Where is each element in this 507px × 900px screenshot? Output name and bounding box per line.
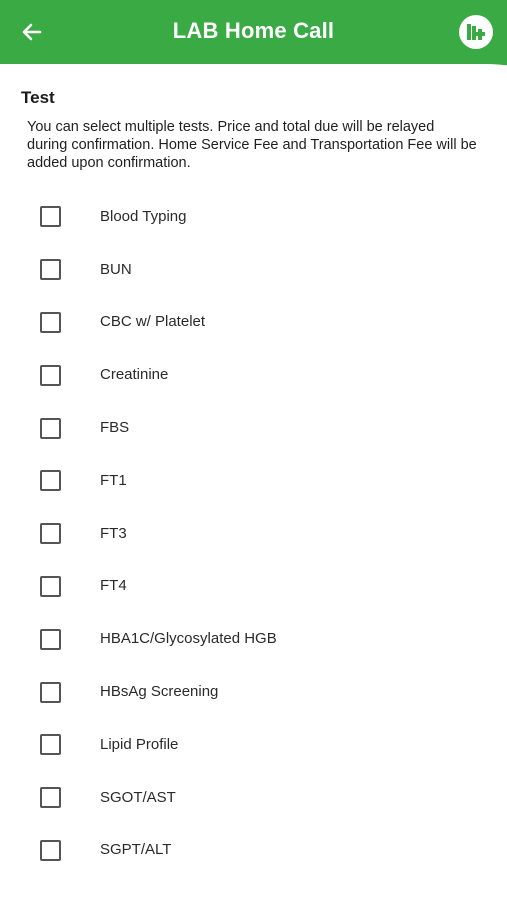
test-checkbox[interactable] bbox=[40, 523, 61, 545]
test-checkbox[interactable] bbox=[40, 787, 61, 809]
test-checkbox[interactable] bbox=[40, 206, 61, 228]
test-label: SGPT/ALT bbox=[100, 841, 172, 859]
test-checkbox[interactable] bbox=[40, 417, 61, 439]
test-label: FT4 bbox=[100, 577, 127, 595]
list-item[interactable]: BUN bbox=[0, 243, 507, 296]
test-checkbox[interactable] bbox=[40, 364, 61, 386]
test-label: FT1 bbox=[100, 471, 127, 489]
test-checkbox[interactable] bbox=[40, 311, 61, 333]
list-item[interactable]: CBC w/ Platelet bbox=[0, 296, 507, 349]
section-title: Test bbox=[21, 88, 55, 107]
test-label: SGOT/AST bbox=[100, 788, 176, 806]
selection-note: You can select multiple tests. Price and… bbox=[27, 119, 477, 171]
test-label: Lipid Profile bbox=[100, 735, 179, 753]
test-checkbox[interactable] bbox=[40, 839, 61, 861]
list-item[interactable]: FT3 bbox=[0, 507, 507, 560]
list-item[interactable]: SGPT/ALT bbox=[0, 824, 507, 877]
test-label: FT3 bbox=[100, 524, 127, 542]
test-selection-section: Test You can select multiple tests. Pric… bbox=[0, 88, 507, 876]
list-item[interactable]: Lipid Profile bbox=[0, 718, 507, 771]
lab-home-call-screen: LAB Home Call Test You can select multip… bbox=[0, 0, 507, 900]
test-checkbox[interactable] bbox=[40, 575, 61, 597]
test-checkbox[interactable] bbox=[40, 681, 61, 703]
list-item[interactable]: Creatinine bbox=[0, 348, 507, 401]
list-item[interactable]: FBS bbox=[0, 401, 507, 454]
list-item[interactable]: FT4 bbox=[0, 560, 507, 613]
list-item[interactable]: FT1 bbox=[0, 454, 507, 507]
test-checkbox[interactable] bbox=[40, 470, 61, 492]
test-label: HBsAg Screening bbox=[100, 683, 219, 701]
test-label: FBS bbox=[100, 419, 130, 437]
page-title: LAB Home Call bbox=[172, 18, 335, 43]
test-label: BUN bbox=[100, 260, 132, 278]
list-item[interactable]: HBsAg Screening bbox=[0, 665, 507, 718]
test-label: Blood Typing bbox=[100, 207, 187, 225]
list-item[interactable]: Blood Typing bbox=[0, 190, 507, 243]
clinic-logo-button[interactable] bbox=[459, 15, 493, 49]
list-item[interactable]: HBA1C/Glycosylated HGB bbox=[0, 612, 507, 665]
test-checkbox[interactable] bbox=[40, 734, 61, 756]
test-label: HBA1C/Glycosylated HGB bbox=[100, 630, 277, 648]
test-checkbox[interactable] bbox=[40, 259, 61, 281]
clinic-logo-icon bbox=[467, 24, 485, 40]
test-label: CBC w/ Platelet bbox=[100, 313, 206, 331]
test-list: Blood Typing BUN CBC w/ Platelet Creatinine… bbox=[0, 190, 507, 876]
list-item[interactable]: SGOT/AST bbox=[0, 771, 507, 824]
test-label: Creatinine bbox=[100, 366, 169, 384]
test-checkbox[interactable] bbox=[40, 628, 61, 650]
